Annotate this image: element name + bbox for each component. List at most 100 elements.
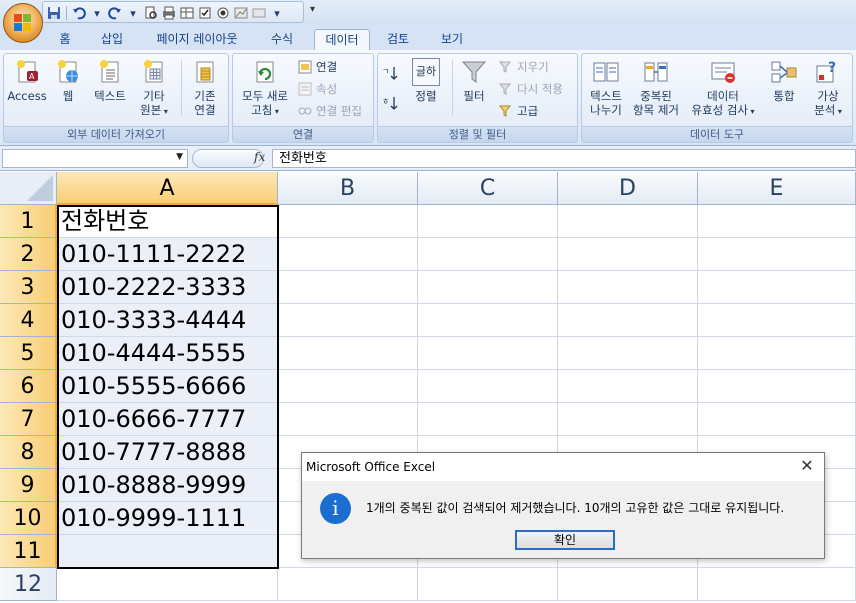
- tab-page-layout[interactable]: 페이지 레이아웃: [147, 29, 247, 50]
- undo-icon[interactable]: [71, 5, 87, 21]
- cell-a9[interactable]: 010-8888-9999: [57, 469, 278, 502]
- formula-input[interactable]: 전화번호: [272, 149, 856, 168]
- row-header-10[interactable]: 10: [0, 502, 57, 535]
- remove-duplicates-button[interactable]: 중복된 항목 제거: [628, 58, 684, 117]
- redo-dropdown-icon[interactable]: ▾: [125, 5, 141, 21]
- cell-d5[interactable]: [558, 337, 698, 370]
- cell-b5[interactable]: [278, 337, 418, 370]
- row-header-6[interactable]: 6: [0, 370, 57, 403]
- close-icon[interactable]: ✕: [798, 457, 816, 475]
- cell-e4[interactable]: [698, 304, 856, 337]
- cell-b12[interactable]: [278, 568, 418, 601]
- cell-b4[interactable]: [278, 304, 418, 337]
- clear-filter-button[interactable]: 지우기: [498, 58, 549, 76]
- tab-formulas[interactable]: 수식: [265, 29, 299, 50]
- edit-links-button[interactable]: 연결 편집: [297, 102, 362, 120]
- cell-c3[interactable]: [418, 271, 558, 304]
- name-box-dropdown-icon[interactable]: ▼: [176, 152, 183, 162]
- tab-data[interactable]: 데이터: [314, 29, 370, 50]
- option-button-icon[interactable]: [215, 5, 231, 21]
- advanced-filter-button[interactable]: 고급: [498, 102, 538, 120]
- chart-icon[interactable]: [233, 5, 249, 21]
- cell-b3[interactable]: [278, 271, 418, 304]
- cell-a8[interactable]: 010-7777-8888: [57, 436, 278, 469]
- save-icon[interactable]: [46, 5, 62, 21]
- cell-e5[interactable]: [698, 337, 856, 370]
- row-header-4[interactable]: 4: [0, 304, 57, 337]
- cell-a6[interactable]: 010-5555-6666: [57, 370, 278, 403]
- insert-function-icon[interactable]: fx: [254, 150, 265, 164]
- text-button[interactable]: 텍스트: [90, 58, 130, 103]
- cell-e7[interactable]: [698, 403, 856, 436]
- office-button[interactable]: [3, 3, 43, 43]
- reapply-button[interactable]: 다시 적용: [498, 80, 563, 98]
- customize-qat-icon[interactable]: ▾: [310, 4, 315, 15]
- cell-d2[interactable]: [558, 238, 698, 271]
- cell-c12[interactable]: [418, 568, 558, 601]
- name-box[interactable]: ▼: [2, 149, 188, 168]
- cell-a2[interactable]: 010-1111-2222: [57, 238, 278, 271]
- column-header-c[interactable]: C: [418, 172, 558, 205]
- cell-c1[interactable]: [418, 205, 558, 238]
- row-header-7[interactable]: 7: [0, 403, 57, 436]
- print-icon[interactable]: [161, 5, 177, 21]
- cell-e3[interactable]: [698, 271, 856, 304]
- checkbox-icon[interactable]: [197, 5, 213, 21]
- sort-descending-button[interactable]: ㅎ: [382, 94, 398, 112]
- cell-a4[interactable]: 010-3333-4444: [57, 304, 278, 337]
- existing-connections-button[interactable]: 기존 연결: [185, 58, 225, 117]
- cell-a10[interactable]: 010-9999-1111: [57, 502, 278, 535]
- select-all-button[interactable]: [0, 172, 57, 205]
- properties-button[interactable]: 속성: [297, 80, 337, 98]
- cell-d3[interactable]: [558, 271, 698, 304]
- consolidate-button[interactable]: 통합: [764, 58, 804, 103]
- cell-a11[interactable]: [57, 535, 278, 568]
- cell-c2[interactable]: [418, 238, 558, 271]
- row-header-1[interactable]: 1: [0, 205, 57, 238]
- cell-d6[interactable]: [558, 370, 698, 403]
- cell-a1[interactable]: 전화번호: [57, 205, 278, 238]
- print-preview-icon[interactable]: [143, 5, 159, 21]
- tab-insert[interactable]: 삽입: [95, 29, 129, 50]
- cell-a3[interactable]: 010-2222-3333: [57, 271, 278, 304]
- format-icon[interactable]: [251, 5, 267, 21]
- sort-button[interactable]: 글하 정렬: [406, 58, 446, 103]
- cell-b6[interactable]: [278, 370, 418, 403]
- undo-dropdown-icon[interactable]: ▾: [89, 5, 105, 21]
- row-header-11[interactable]: 11: [0, 535, 57, 568]
- cell-b1[interactable]: [278, 205, 418, 238]
- row-header-3[interactable]: 3: [0, 271, 57, 304]
- cell-a7[interactable]: 010-6666-7777: [57, 403, 278, 436]
- cell-d12[interactable]: [558, 568, 698, 601]
- column-header-e[interactable]: E: [698, 172, 856, 205]
- redo-icon[interactable]: [107, 5, 123, 21]
- row-header-9[interactable]: 9: [0, 469, 57, 502]
- table-icon[interactable]: [179, 5, 195, 21]
- cell-d7[interactable]: [558, 403, 698, 436]
- column-header-a[interactable]: A: [57, 172, 278, 205]
- column-header-d[interactable]: D: [558, 172, 698, 205]
- access-button[interactable]: A Access: [7, 58, 47, 103]
- qat-dropdown-icon[interactable]: ▾: [269, 5, 285, 21]
- other-sources-button[interactable]: 기타 원본 ▾: [134, 58, 174, 119]
- cell-e12[interactable]: [698, 568, 856, 601]
- data-validation-button[interactable]: 데이터 유효성 검사 ▾: [686, 58, 760, 119]
- tab-home[interactable]: 홈: [52, 29, 78, 50]
- text-to-columns-button[interactable]: 텍스트 나누기: [584, 58, 628, 117]
- what-if-analysis-button[interactable]: ? 가상 분석 ▾: [806, 58, 850, 119]
- cell-b7[interactable]: [278, 403, 418, 436]
- cell-c6[interactable]: [418, 370, 558, 403]
- filter-button[interactable]: 필터: [456, 58, 492, 103]
- row-header-8[interactable]: 8: [0, 436, 57, 469]
- cell-e6[interactable]: [698, 370, 856, 403]
- web-button[interactable]: 웹: [51, 58, 85, 103]
- cell-d4[interactable]: [558, 304, 698, 337]
- cell-a12[interactable]: [57, 568, 278, 601]
- cell-b2[interactable]: [278, 238, 418, 271]
- cell-c7[interactable]: [418, 403, 558, 436]
- row-header-12[interactable]: 12: [0, 568, 57, 601]
- row-header-5[interactable]: 5: [0, 337, 57, 370]
- cell-c5[interactable]: [418, 337, 558, 370]
- cell-e1[interactable]: [698, 205, 856, 238]
- cell-e2[interactable]: [698, 238, 856, 271]
